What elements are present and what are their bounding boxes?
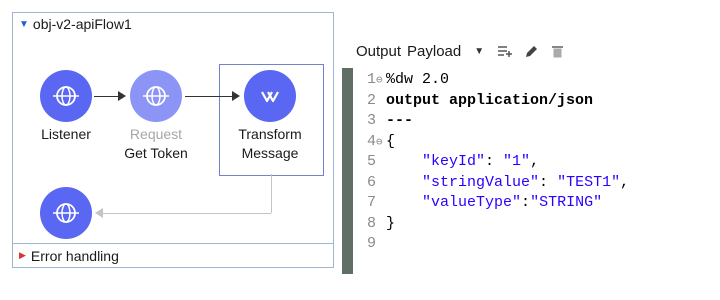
payload-label[interactable]: Payload bbox=[407, 43, 461, 60]
code-token: --- bbox=[386, 112, 414, 129]
code-line[interactable]: 3 --- bbox=[362, 111, 413, 131]
listener-response-node[interactable] bbox=[40, 187, 92, 239]
output-label: Output bbox=[356, 42, 402, 60]
line-number: 3 bbox=[366, 112, 376, 129]
code-token: %dw 2.0 bbox=[386, 71, 450, 88]
line-number: 7 bbox=[366, 194, 376, 211]
code-token: "1" bbox=[503, 153, 531, 170]
globe-icon bbox=[53, 86, 79, 106]
request-label-name: Get Token bbox=[124, 145, 188, 161]
delete-trash-icon[interactable] bbox=[549, 43, 565, 59]
transform-message-node[interactable] bbox=[244, 70, 296, 122]
listener-label: Listener bbox=[41, 126, 91, 142]
arrow-head-icon bbox=[118, 91, 126, 101]
code-token: "valueType" bbox=[422, 194, 522, 211]
globe-icon bbox=[53, 203, 79, 223]
code-token: output application/json bbox=[386, 91, 594, 109]
code-line[interactable]: 6 "stringValue": "TEST1", bbox=[362, 173, 629, 193]
code-line[interactable]: 9 bbox=[362, 234, 386, 254]
listener-node[interactable] bbox=[40, 70, 92, 122]
line-number: 6 bbox=[366, 173, 376, 191]
transform-label-line1: Transform bbox=[238, 126, 302, 142]
line-number: 2 bbox=[366, 91, 376, 109]
collapsed-triangle-icon[interactable]: ▶ bbox=[19, 250, 26, 261]
code-line[interactable]: 4⊖{ bbox=[362, 132, 395, 152]
line-number: 8 bbox=[366, 214, 376, 232]
code-line[interactable]: 1⊖ %dw 2.0 bbox=[362, 70, 449, 90]
error-handling-label: Error handling bbox=[30, 247, 119, 264]
code-token: "STRING" bbox=[530, 194, 603, 211]
transform-icon bbox=[261, 91, 279, 103]
fold-collapse-icon[interactable]: ⊖ bbox=[376, 71, 386, 91]
flow-connector bbox=[94, 96, 120, 97]
return-connector bbox=[103, 213, 271, 214]
line-number: 1 bbox=[366, 71, 376, 88]
code-token: : bbox=[539, 173, 558, 191]
code-line[interactable]: 2 output application/json bbox=[362, 91, 593, 111]
return-arrow-head-icon bbox=[95, 208, 103, 218]
code-token: "TEST1" bbox=[557, 173, 621, 191]
arrow-head-icon bbox=[232, 91, 240, 101]
line-number: 9 bbox=[366, 235, 376, 252]
fold-collapse-icon[interactable]: ⊖ bbox=[376, 133, 386, 153]
line-number: 5 bbox=[366, 153, 376, 170]
expand-triangle-icon[interactable]: ▼ bbox=[19, 19, 29, 30]
request-label-type: Request bbox=[129, 126, 183, 142]
error-handling-section[interactable]: ▶ Error handling bbox=[13, 243, 333, 267]
request-node[interactable] bbox=[130, 70, 182, 122]
code-token: : bbox=[485, 153, 504, 170]
code-token: "keyId" bbox=[422, 153, 486, 170]
line-number: 4 bbox=[366, 132, 376, 150]
flow-canvas: ▼ obj-v2-apiFlow1 ⇌ Listener Request Get… bbox=[12, 12, 334, 268]
editor-gutter-bar bbox=[342, 68, 353, 274]
add-output-icon[interactable] bbox=[497, 43, 513, 59]
editor-toolbar: Output Payload ▼ bbox=[356, 40, 571, 62]
code-line[interactable]: 7 "valueType":"STRING" bbox=[362, 193, 602, 213]
code-token: , bbox=[620, 173, 630, 191]
code-token: } bbox=[386, 214, 396, 232]
return-connector bbox=[271, 174, 272, 213]
edit-pencil-icon[interactable] bbox=[523, 43, 539, 59]
flow-diagram: ⇌ Listener Request Get Token Transform M… bbox=[13, 37, 333, 243]
code-token: , bbox=[530, 153, 540, 170]
code-token: "stringValue" bbox=[422, 173, 540, 191]
flow-header[interactable]: ▼ obj-v2-apiFlow1 bbox=[13, 13, 132, 35]
flow-connector bbox=[185, 96, 234, 97]
dropdown-caret-icon[interactable]: ▼ bbox=[471, 43, 487, 59]
flow-title: obj-v2-apiFlow1 bbox=[32, 16, 132, 32]
code-token: : bbox=[521, 194, 531, 211]
globe-icon bbox=[143, 86, 169, 106]
code-editor[interactable]: 1⊖ %dw 2.0 2 output application/json 3 --- 4⊖{… bbox=[342, 68, 720, 278]
code-token: { bbox=[386, 132, 396, 150]
transform-label-line2: Message bbox=[241, 145, 299, 161]
code-line[interactable]: 8} bbox=[362, 214, 395, 234]
code-line[interactable]: 5 "keyId": "1", bbox=[362, 152, 539, 172]
